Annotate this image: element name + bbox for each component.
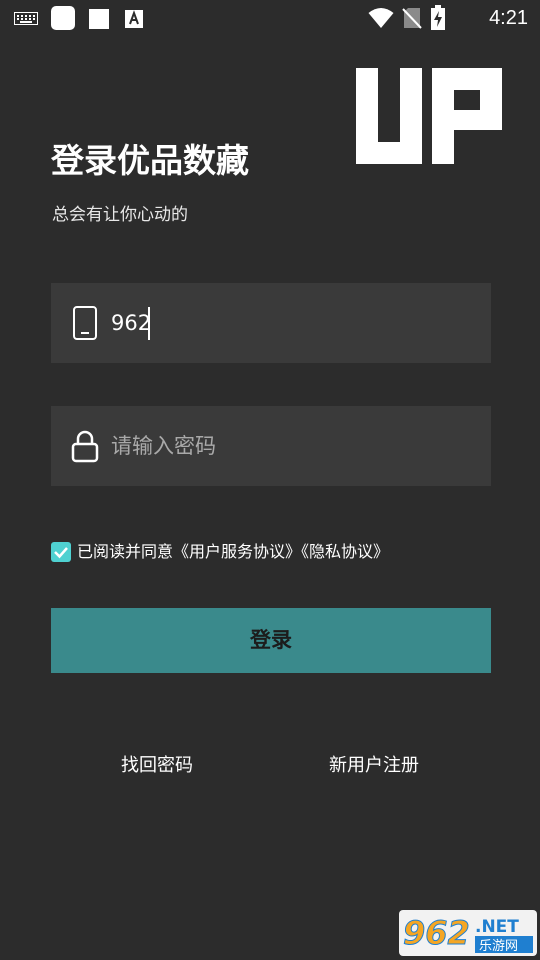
text-a-icon [125, 10, 143, 28]
password-field[interactable] [51, 406, 491, 486]
status-bar: 4:21 [0, 0, 540, 36]
battery-charging-icon [431, 5, 445, 30]
forgot-password-link[interactable]: 找回密码 [121, 751, 193, 777]
register-link[interactable]: 新用户注册 [329, 751, 419, 777]
phone-field[interactable] [51, 283, 491, 363]
lock-icon [71, 430, 99, 463]
status-bar-right: 4:21 [368, 5, 528, 31]
up-logo [356, 68, 502, 164]
page-subtitle: 总会有让你心动的 [52, 205, 188, 225]
svg-text:962: 962 [403, 914, 470, 952]
svg-text:.NET: .NET [475, 917, 519, 937]
password-input[interactable] [111, 426, 471, 466]
login-button[interactable]: 登录 [51, 608, 491, 673]
phone-input[interactable] [111, 303, 471, 343]
wifi-icon [368, 8, 394, 28]
phone-icon [73, 306, 97, 340]
keyboard-icon [14, 12, 38, 25]
page-title: 登录优品数藏 [51, 141, 249, 180]
text-caret [148, 307, 150, 340]
square-notification-icon [51, 6, 75, 30]
no-sim-icon [402, 8, 422, 29]
square-notification-icon [89, 9, 109, 29]
status-time: 4:21 [489, 7, 528, 29]
login-screen: 4:21 登录优品数藏 总会有让你心动的 已阅读并同意《用户服务协议》《隐私协议… [0, 0, 540, 960]
checkmark-icon [54, 547, 68, 559]
agreement-checkbox[interactable] [51, 542, 71, 562]
agreement-text[interactable]: 已阅读并同意《用户服务协议》《隐私协议》 [77, 541, 389, 563]
svg-text:乐游网: 乐游网 [479, 939, 518, 954]
site-watermark-logo: 962 .NET 乐游网 [399, 910, 537, 956]
